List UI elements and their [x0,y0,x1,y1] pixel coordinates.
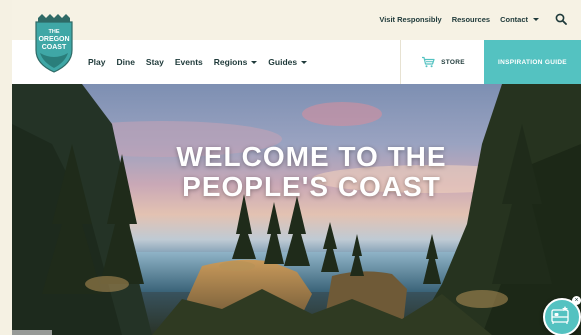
oregon-coast-logo[interactable]: THE OREGON COAST [32,12,76,74]
search-button[interactable] [555,13,567,25]
resources-link[interactable]: Resources [452,15,490,24]
close-icon[interactable]: × [572,296,581,305]
nav-stay[interactable]: Stay [146,57,164,67]
hero-banner: WELCOME TO THE PEOPLE'S COAST [12,84,581,335]
utility-nav: Visit Responsibly Resources Contact [379,13,567,25]
nav-play[interactable]: Play [88,57,106,67]
hero-headline: WELCOME TO THE PEOPLE'S COAST [12,142,581,202]
chevron-down-icon [533,17,539,21]
store-link[interactable]: STORE [400,40,485,84]
coastal-landscape-image [12,84,581,335]
logo-line-1: THE [49,29,60,35]
hero-headline-line-1: WELCOME TO THE [176,141,447,172]
chevron-down-icon [301,60,308,64]
nav-guides-label: Guides [268,57,298,67]
chevron-down-icon [251,60,258,64]
visit-responsibly-link[interactable]: Visit Responsibly [379,15,441,24]
contact-label: Contact [500,14,528,24]
nav-events[interactable]: Events [175,57,203,67]
search-icon [555,13,567,25]
browser-page: Visit Responsibly Resources Contact Play… [12,0,581,335]
main-nav: Play Dine Stay Events Regions Guides [88,40,308,84]
nav-regions[interactable]: Regions [214,57,258,67]
utility-bar: Visit Responsibly Resources Contact [12,0,581,40]
main-navbar: Play Dine Stay Events Regions Guides STO… [12,40,581,85]
contact-dropdown[interactable]: Contact [500,15,539,24]
nav-dine[interactable]: Dine [117,57,135,67]
nav-guides[interactable]: Guides [268,57,308,67]
store-label: STORE [441,58,465,66]
inspiration-guide-button[interactable]: INSPIRATION GUIDE [484,40,581,84]
feedback-tab[interactable] [12,330,52,335]
logo-line-3: COAST [42,44,67,51]
shopping-cart-icon [422,56,435,68]
nav-regions-label: Regions [213,57,248,67]
hero-headline-line-2: PEOPLE'S COAST [182,171,441,202]
logo-line-2: OREGON [38,36,69,43]
